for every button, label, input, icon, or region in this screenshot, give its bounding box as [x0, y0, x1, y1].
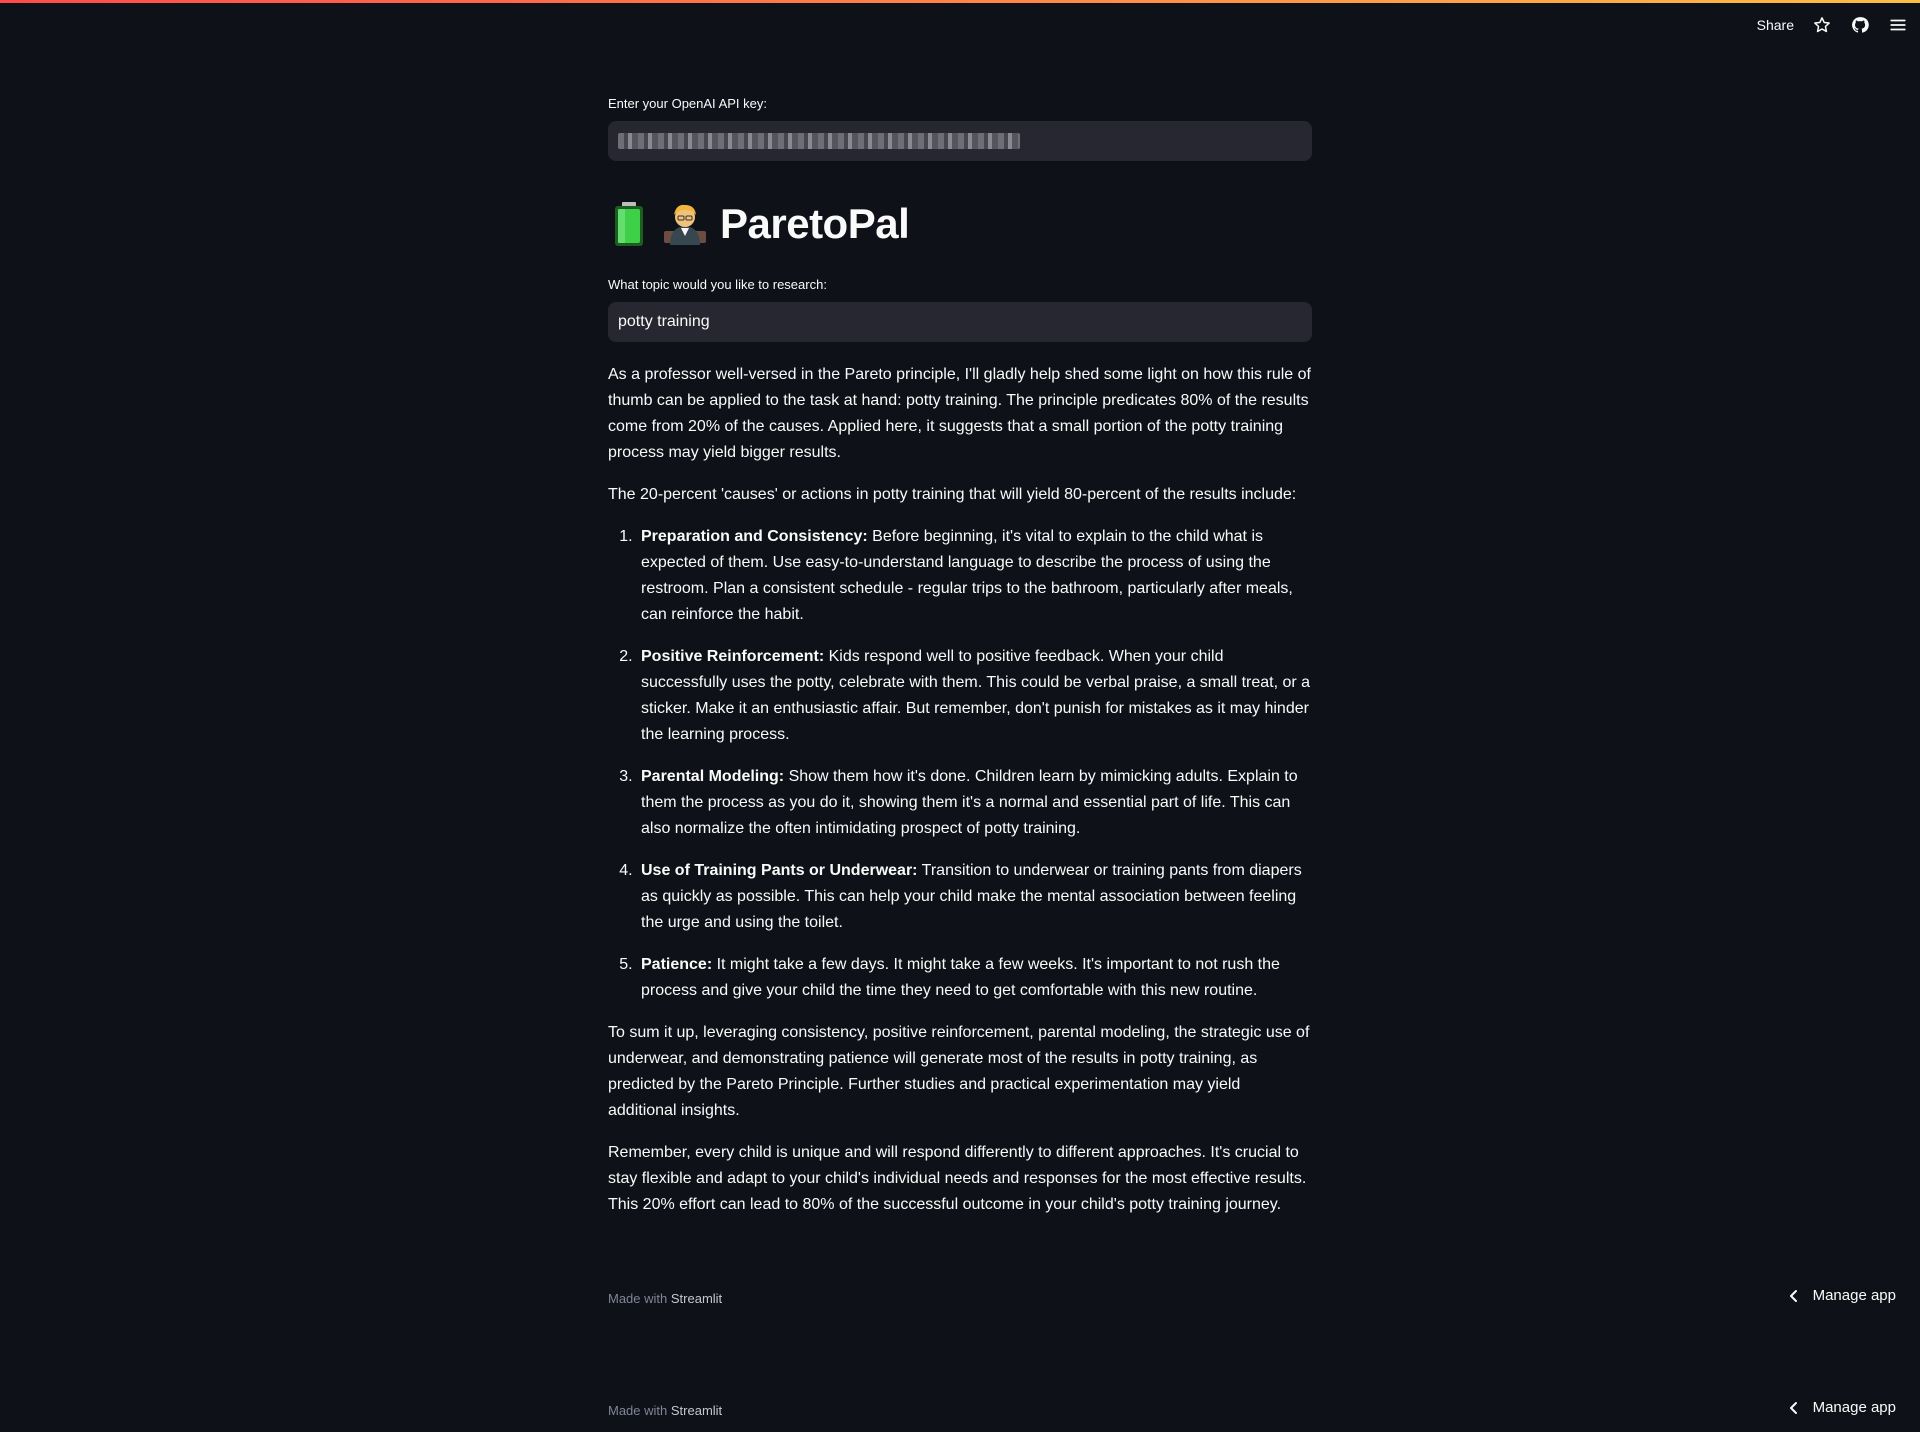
share-button[interactable]: Share	[1757, 17, 1794, 33]
professor-icon	[664, 204, 706, 245]
list-item: Parental Modeling: Show them how it's do…	[637, 764, 1312, 842]
chevron-left-icon	[1789, 1289, 1797, 1302]
masked-api-key	[618, 133, 1020, 149]
battery-icon	[615, 202, 643, 246]
response-closing: Remember, every child is unique and will…	[608, 1144, 1307, 1213]
list-item-title: Parental Modeling:	[641, 768, 785, 785]
list-item-title: Positive Reinforcement:	[641, 648, 825, 665]
list-item: Preparation and Consistency: Before begi…	[637, 524, 1312, 628]
list-item: Positive Reinforcement: Kids respond wel…	[637, 644, 1312, 748]
star-icon[interactable]	[1812, 15, 1832, 35]
made-with-text: Made with	[608, 1291, 671, 1306]
response-intro: As a professor well-versed in the Pareto…	[608, 366, 1311, 461]
api-key-label: Enter your OpenAI API key:	[608, 96, 767, 111]
list-item-text: It might take a few days. It might take …	[641, 956, 1280, 999]
streamlit-link[interactable]: Streamlit	[671, 1403, 722, 1418]
footer-made-with: Made with Streamlit	[608, 1291, 722, 1306]
github-icon[interactable]	[1850, 15, 1870, 35]
list-item-title: Use of Training Pants or Underwear:	[641, 862, 918, 879]
app-title: ParetoPal	[720, 200, 910, 247]
made-with-text: Made with	[608, 1403, 671, 1418]
list-item-title: Preparation and Consistency:	[641, 528, 868, 545]
list-item: Use of Training Pants or Underwear: Tran…	[637, 858, 1312, 936]
topic-input[interactable]: potty training	[608, 302, 1312, 342]
list-item-title: Patience:	[641, 956, 713, 973]
main-content: Enter your OpenAI API key: ParetoPal Wha…	[608, 96, 1312, 1234]
hamburger-menu-icon[interactable]	[1888, 15, 1908, 35]
research-response: As a professor well-versed in the Pareto…	[608, 362, 1312, 1218]
manage-app-button[interactable]: Manage app	[1789, 1399, 1896, 1416]
chevron-left-icon	[1789, 1401, 1797, 1414]
streamlit-link[interactable]: Streamlit	[671, 1291, 722, 1306]
list-item: Patience: It might take a few days. It m…	[637, 952, 1312, 1004]
decoration-bar	[0, 0, 1920, 3]
top-toolbar: Share	[1757, 10, 1908, 40]
response-lead: The 20-percent 'causes' or actions in po…	[608, 486, 1297, 503]
manage-app-button[interactable]: Manage app	[1789, 1287, 1896, 1304]
topic-label: What topic would you like to research:	[608, 277, 827, 292]
footer-made-with: Made with Streamlit	[608, 1403, 722, 1418]
pareto-actions-list: Preparation and Consistency: Before begi…	[637, 524, 1312, 1004]
manage-app-label: Manage app	[1812, 1287, 1896, 1304]
response-summary: To sum it up, leveraging consistency, po…	[608, 1024, 1310, 1119]
page-title: ParetoPal	[608, 199, 1312, 249]
api-key-input[interactable]	[608, 121, 1312, 161]
manage-app-label: Manage app	[1812, 1399, 1896, 1416]
